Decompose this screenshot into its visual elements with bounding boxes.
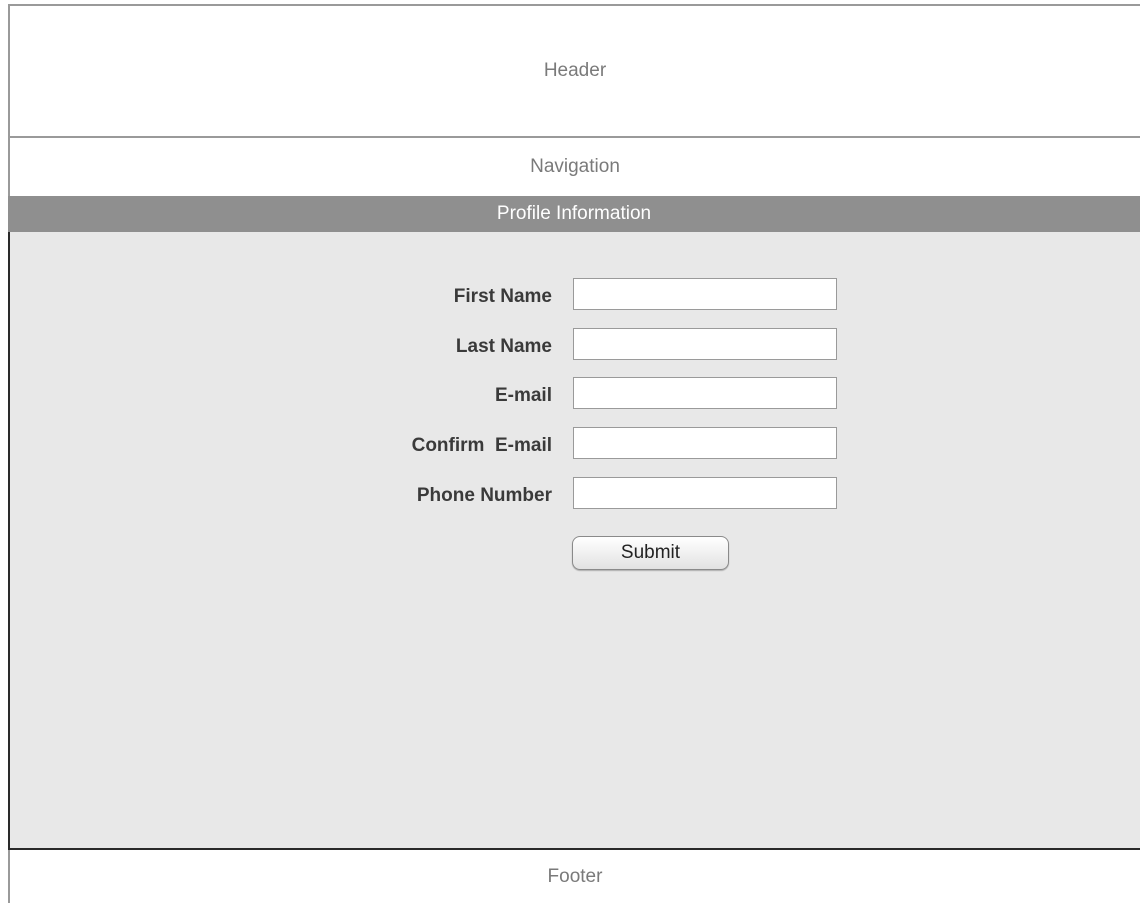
last-name-label: Last Name: [455, 336, 552, 357]
phone-number-input[interactable]: [573, 477, 837, 509]
last-name-row: Last Name: [10, 328, 1140, 364]
email-label: E-mail: [494, 385, 552, 406]
navigation-label: Navigation: [530, 156, 620, 177]
footer-label: Footer: [547, 865, 603, 887]
footer-region: Footer: [8, 850, 1140, 903]
confirm-email-label: Confirm E-mail: [411, 435, 552, 456]
section-title: Profile Information: [496, 203, 652, 224]
header-region: Header: [8, 4, 1140, 138]
email-row: E-mail: [10, 377, 1140, 413]
phone-number-row: Phone Number: [10, 477, 1140, 513]
section-title-bar: Profile Information: [8, 196, 1140, 232]
confirm-email-row: Confirm E-mail: [10, 427, 1140, 463]
profile-form-panel: First Name Last Name E-mail Confirm E-ma…: [8, 232, 1140, 850]
email-input[interactable]: [573, 377, 837, 409]
first-name-input[interactable]: [573, 278, 837, 310]
page-wireframe: Header Navigation Profile Information Fi…: [0, 0, 1140, 903]
last-name-input[interactable]: [573, 328, 837, 360]
submit-button[interactable]: Submit: [572, 536, 729, 570]
first-name-label: First Name: [453, 286, 552, 307]
first-name-row: First Name: [10, 278, 1140, 314]
navigation-region: Navigation: [8, 138, 1140, 196]
phone-number-label: Phone Number: [416, 485, 552, 506]
header-label: Header: [543, 60, 607, 81]
confirm-email-input[interactable]: [573, 427, 837, 459]
